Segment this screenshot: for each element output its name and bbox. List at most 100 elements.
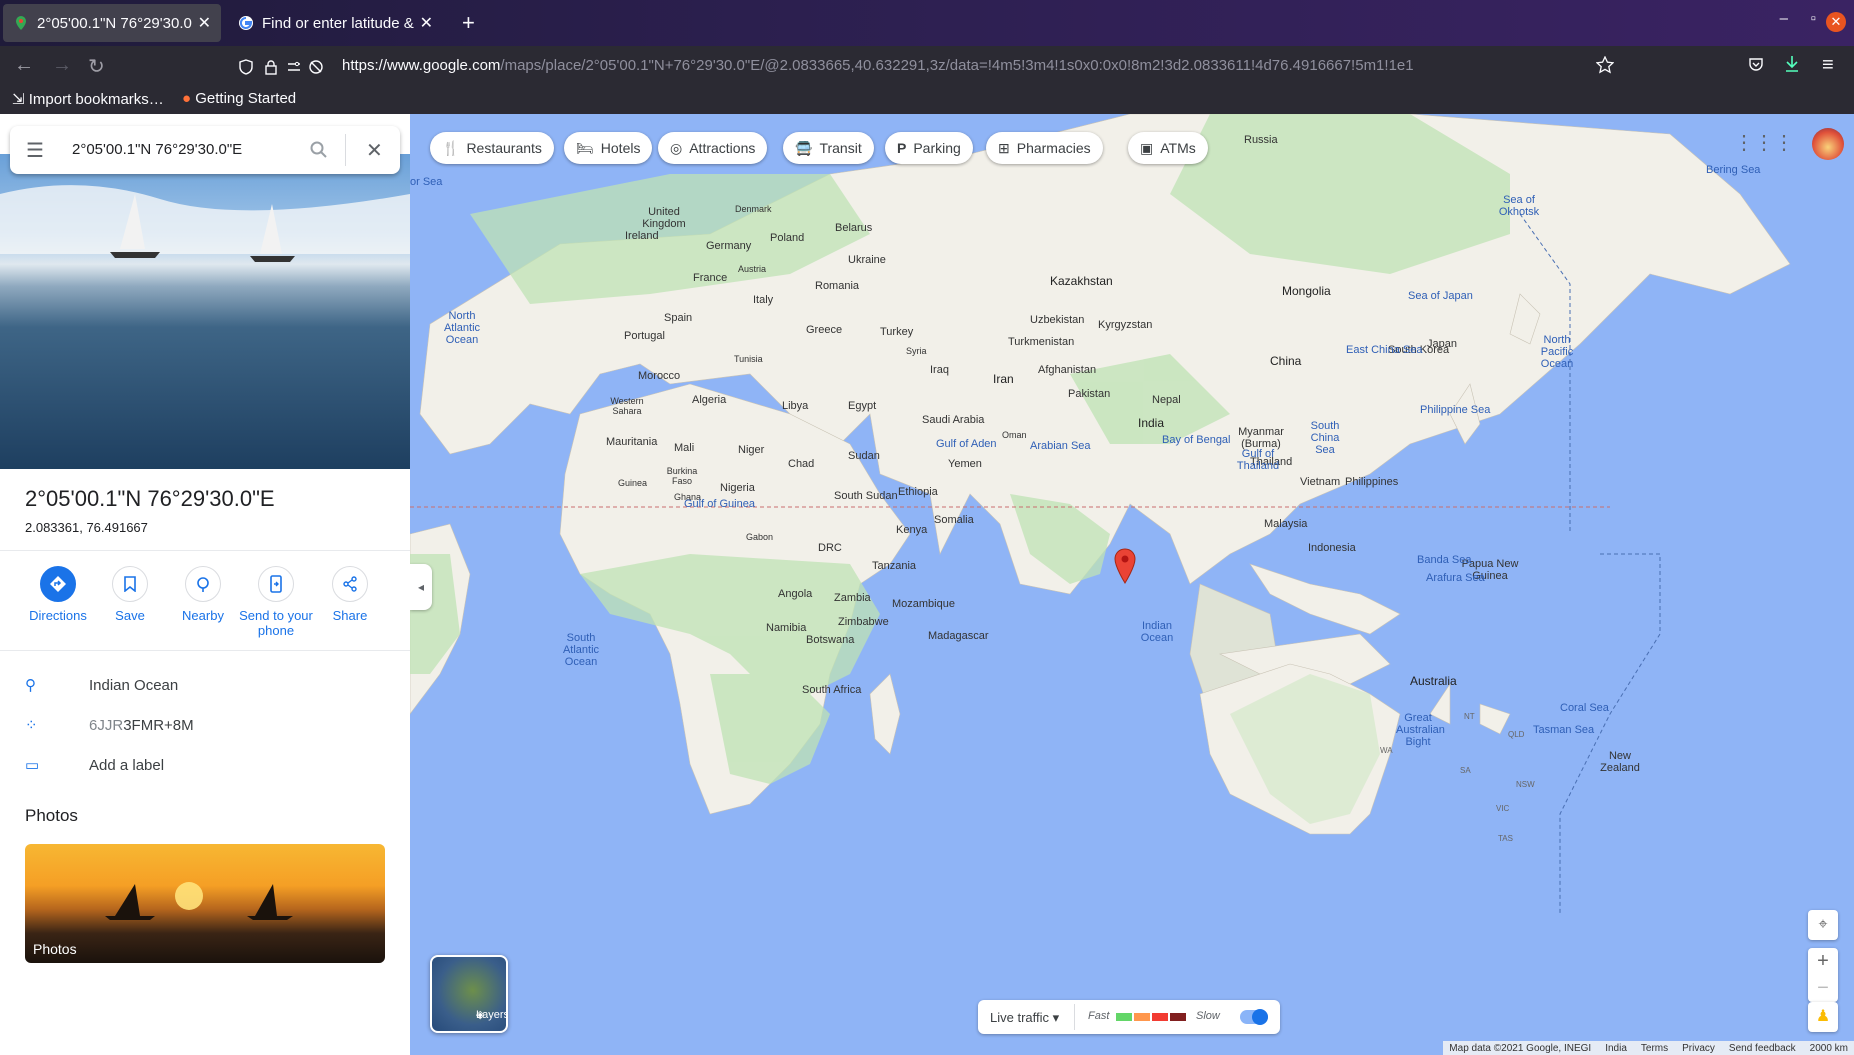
tab-close-icon[interactable]: ✕ bbox=[420, 13, 433, 33]
add-label-row[interactable]: ▭ Add a label bbox=[25, 756, 164, 774]
search-input[interactable]: 2°05'00.1"N 76°29'30.0"E bbox=[72, 141, 242, 158]
restore-icon[interactable]: ▫ bbox=[1811, 10, 1816, 27]
map-label: Mozambique bbox=[892, 598, 955, 610]
chip-transit[interactable]: 🚍 Transit bbox=[783, 132, 874, 164]
forward-icon[interactable]: → bbox=[52, 54, 72, 77]
map-label: Romania bbox=[815, 280, 860, 292]
toggle-knob bbox=[1252, 1009, 1268, 1025]
map-label: Nigeria bbox=[720, 482, 755, 494]
location-pin-icon[interactable] bbox=[1114, 548, 1136, 584]
pluscode-row[interactable]: ⁘ 6JJR3FMR+8M bbox=[25, 716, 194, 734]
sea-label: or Sea bbox=[410, 176, 443, 188]
downloads-icon[interactable] bbox=[1784, 55, 1800, 73]
map-label: WA bbox=[1380, 746, 1393, 755]
menu-icon[interactable]: ≡ bbox=[1822, 54, 1834, 77]
url-bar[interactable]: https://www.google.com/maps/place/2°05'0… bbox=[232, 50, 1627, 82]
map-label: South Africa bbox=[802, 684, 862, 696]
divider bbox=[345, 134, 346, 166]
privacy-link[interactable]: Privacy bbox=[1682, 1043, 1715, 1054]
avatar[interactable] bbox=[1812, 128, 1844, 160]
map-label: Mauritania bbox=[606, 436, 658, 448]
map-label: Egypt bbox=[848, 400, 877, 412]
new-tab-button[interactable]: + bbox=[462, 10, 475, 36]
maps-pin-icon bbox=[16, 16, 26, 30]
shield-icon[interactable] bbox=[238, 59, 254, 75]
map-label: Ireland bbox=[625, 230, 659, 242]
sea-label: Banda Sea bbox=[1417, 554, 1472, 566]
sea-label: Gulf of Aden bbox=[936, 438, 997, 450]
live-traffic-dropdown[interactable]: Live traffic ▾ bbox=[990, 1010, 1059, 1026]
nearby-button[interactable]: Nearby bbox=[163, 566, 243, 623]
search-box[interactable]: ☰ 2°05'00.1"N 76°29'30.0"E ✕ bbox=[10, 126, 400, 174]
pocket-icon[interactable] bbox=[1748, 56, 1764, 72]
map-label: Spain bbox=[664, 312, 693, 324]
tab-maps[interactable]: 2°05'00.1"N 76°29'30.0"E ✕ bbox=[3, 4, 221, 42]
map-label: Chad bbox=[788, 458, 815, 470]
map-label: South Sudan bbox=[834, 490, 898, 502]
minimize-icon[interactable]: – bbox=[1780, 10, 1788, 27]
search-icon[interactable] bbox=[310, 141, 328, 159]
live-traffic-panel: Live traffic ▾ Fast Slow bbox=[978, 1000, 1280, 1034]
import-bookmarks-link[interactable]: ⇲ Import bookmarks… bbox=[12, 90, 164, 108]
map-label: Western Sahara bbox=[610, 396, 644, 416]
location-row[interactable]: ⚲ Indian Ocean bbox=[25, 676, 178, 694]
bus-icon: 🚍 bbox=[795, 139, 813, 156]
terms-link[interactable]: Terms bbox=[1641, 1043, 1668, 1054]
url-text[interactable]: https://www.google.com/maps/place/2°05'0… bbox=[342, 57, 1414, 74]
map-label: Oman bbox=[1002, 430, 1027, 440]
reload-icon[interactable]: ↻ bbox=[88, 54, 105, 79]
tracking-icon[interactable] bbox=[308, 59, 324, 75]
place-hero-image[interactable] bbox=[0, 154, 410, 469]
zoom-out-button[interactable]: − bbox=[1808, 975, 1838, 1002]
divider bbox=[0, 650, 410, 651]
permissions-icon[interactable] bbox=[286, 59, 302, 75]
map-label: QLD bbox=[1508, 730, 1525, 739]
map-label: Tunisia bbox=[734, 354, 763, 364]
pin-icon: ⚲ bbox=[25, 677, 36, 694]
layers-button[interactable]: ◈ Layers bbox=[430, 955, 508, 1033]
tab-close-icon[interactable]: ✕ bbox=[198, 13, 211, 33]
chip-attractions[interactable]: ◎ Attractions bbox=[658, 132, 768, 164]
my-location-button[interactable]: ⌖ bbox=[1808, 910, 1838, 940]
sea-label: Gulf of Thailand bbox=[1236, 448, 1280, 472]
hamburger-menu-icon[interactable]: ☰ bbox=[26, 138, 44, 163]
chip-pharmacies[interactable]: ⊞ Pharmacies bbox=[986, 132, 1103, 164]
clear-search-icon[interactable]: ✕ bbox=[366, 138, 383, 163]
traffic-toggle[interactable] bbox=[1240, 1009, 1268, 1025]
map-label: Iraq bbox=[930, 364, 949, 376]
chip-hotels[interactable]: 🛏 Hotels bbox=[564, 132, 653, 164]
tab-latlong[interactable]: Find or enter latitude & lo ✕ bbox=[228, 4, 443, 42]
map-label: Angola bbox=[778, 588, 813, 600]
map-label: Madagascar bbox=[928, 630, 989, 642]
collapse-panel-button[interactable]: ◂ bbox=[410, 564, 432, 610]
directions-icon bbox=[40, 566, 76, 602]
bookmark-star-icon[interactable] bbox=[1596, 56, 1614, 74]
save-button[interactable]: Save bbox=[90, 566, 170, 623]
send-to-phone-button[interactable]: Send to your phone bbox=[236, 566, 316, 638]
map-label: Sudan bbox=[848, 450, 880, 462]
back-icon[interactable]: ← bbox=[14, 54, 34, 77]
chip-restaurants[interactable]: 🍴 Restaurants bbox=[430, 132, 554, 164]
zoom-in-button[interactable]: + bbox=[1808, 948, 1838, 975]
scale-bar[interactable]: 2000 km bbox=[1810, 1043, 1848, 1054]
pegman-button[interactable]: ♟ bbox=[1808, 1002, 1838, 1032]
sea-label: Sea of Japan bbox=[1408, 290, 1473, 302]
send-feedback-link[interactable]: Send feedback bbox=[1729, 1043, 1796, 1054]
window-close-icon[interactable]: ✕ bbox=[1826, 12, 1846, 32]
map-label: United Kingdom bbox=[642, 206, 686, 230]
getting-started-link[interactable]: ● Getting Started bbox=[182, 90, 296, 107]
import-icon: ⇲ bbox=[12, 91, 29, 108]
tab-strip: 2°05'00.1"N 76°29'30.0"E ✕ Find or enter… bbox=[0, 0, 1854, 46]
map-label: Gabon bbox=[746, 532, 774, 542]
chip-atms[interactable]: ▣ ATMs bbox=[1128, 132, 1208, 164]
chip-parking[interactable]: P Parking bbox=[885, 132, 973, 164]
region-link[interactable]: India bbox=[1605, 1043, 1627, 1054]
map-label: Poland bbox=[770, 232, 805, 244]
google-apps-icon[interactable]: ⋮⋮⋮ bbox=[1734, 130, 1794, 155]
share-button[interactable]: Share bbox=[310, 566, 390, 623]
map-label: Somalia bbox=[934, 514, 974, 526]
lock-icon[interactable] bbox=[264, 59, 278, 75]
map-canvas[interactable]: Russia Kazakhstan Mongolia China India I… bbox=[410, 114, 1854, 1055]
photos-thumbnail[interactable]: Photos bbox=[25, 844, 385, 963]
directions-button[interactable]: Directions bbox=[18, 566, 98, 623]
